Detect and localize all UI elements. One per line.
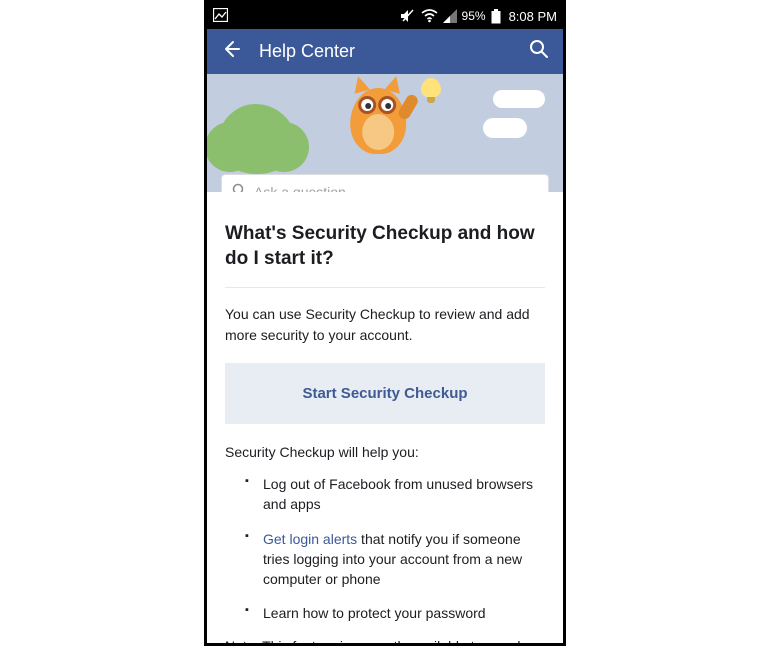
picture-icon xyxy=(213,8,228,25)
hero-banner xyxy=(207,74,563,192)
owl-illustration xyxy=(344,78,412,158)
login-alerts-link[interactable]: Get login alerts xyxy=(263,531,357,547)
search-box[interactable] xyxy=(221,174,549,192)
divider xyxy=(225,287,545,288)
article-note: Note: This feature is currently availabl… xyxy=(225,638,545,643)
list-item: Get login alerts that notify you if some… xyxy=(249,529,545,590)
article-subhead: Security Checkup will help you: xyxy=(225,444,545,460)
bush-illustration xyxy=(217,104,297,174)
content-scroll[interactable]: What's Security Checkup and how do I sta… xyxy=(207,192,563,643)
cloud-illustration xyxy=(483,118,527,138)
status-bar: 95% 8:08 PM xyxy=(207,3,563,29)
help-list: Log out of Facebook from unused browsers… xyxy=(225,474,545,624)
back-arrow-icon[interactable] xyxy=(221,39,241,64)
mute-icon xyxy=(400,9,416,23)
signal-icon xyxy=(443,9,457,23)
lightbulb-icon xyxy=(421,78,441,98)
magnify-icon xyxy=(232,183,246,193)
battery-percent: 95% xyxy=(462,9,486,23)
status-clock: 8:08 PM xyxy=(509,9,557,24)
cloud-illustration xyxy=(493,90,545,108)
article-title: What's Security Checkup and how do I sta… xyxy=(225,222,545,271)
start-security-checkup-button[interactable]: Start Security Checkup xyxy=(225,363,545,424)
article-lead: You can use Security Checkup to review a… xyxy=(225,304,545,345)
battery-icon xyxy=(491,9,501,24)
search-icon[interactable] xyxy=(529,39,549,64)
wifi-icon xyxy=(421,9,438,23)
phone-frame: 95% 8:08 PM Help Center xyxy=(204,0,566,646)
app-bar-title: Help Center xyxy=(259,41,511,62)
search-input[interactable] xyxy=(254,184,538,192)
app-bar: Help Center xyxy=(207,29,563,74)
list-item: Log out of Facebook from unused browsers… xyxy=(249,474,545,515)
list-item: Learn how to protect your password xyxy=(249,603,545,623)
